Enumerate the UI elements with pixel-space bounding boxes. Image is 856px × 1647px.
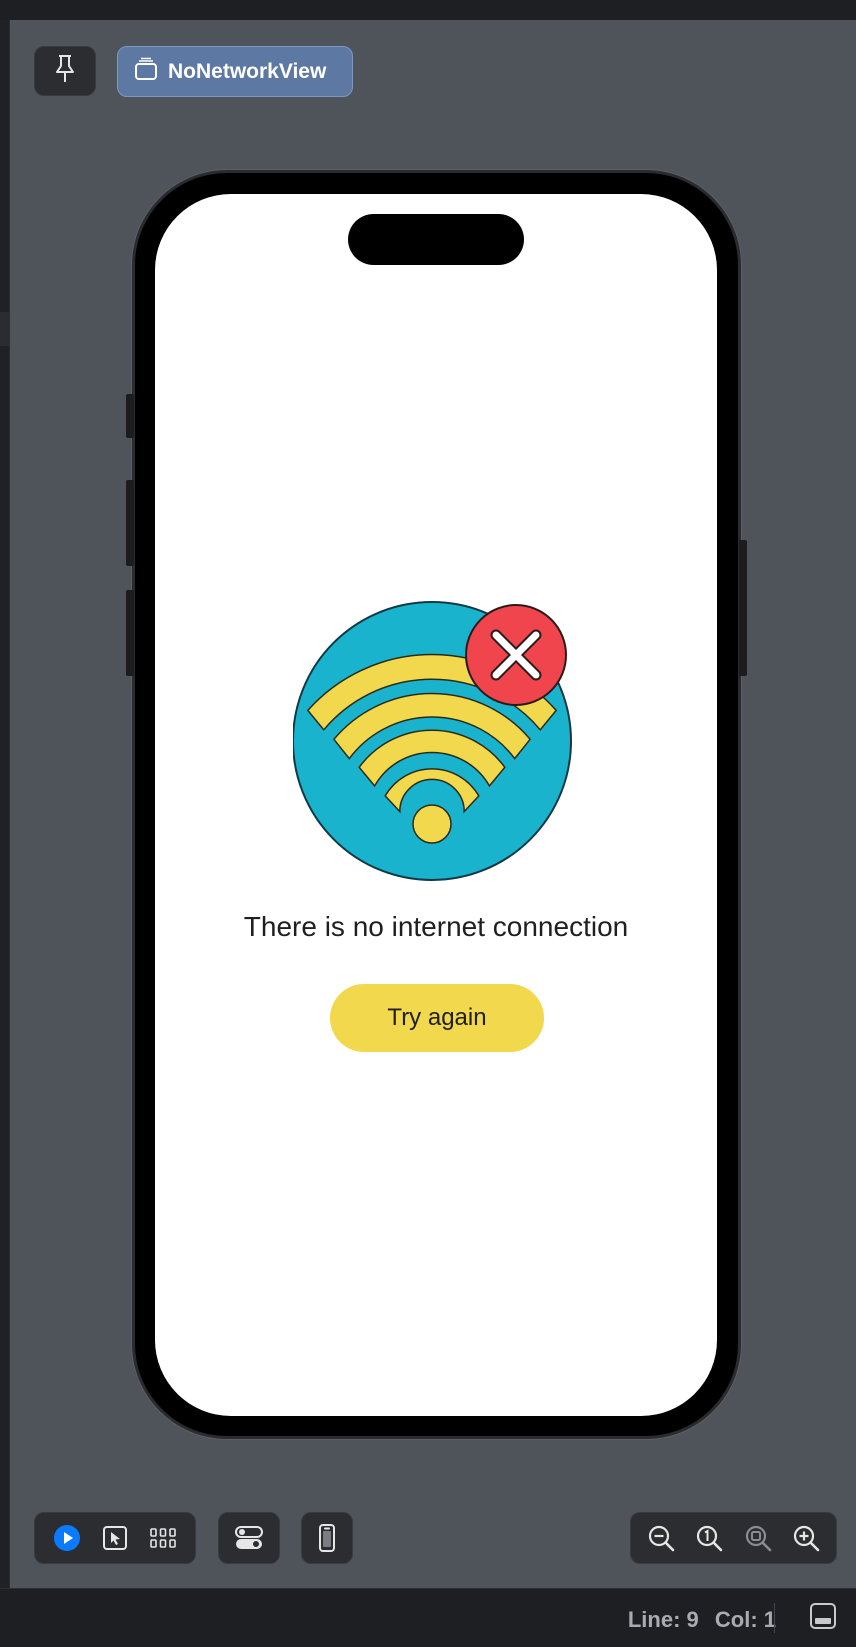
column-indicator: Col: 1 bbox=[714, 1607, 776, 1632]
device-action-button bbox=[126, 394, 134, 438]
select-icon[interactable] bbox=[98, 1521, 132, 1555]
toggles-icon bbox=[232, 1521, 266, 1555]
variants-button[interactable] bbox=[218, 1512, 280, 1564]
status-divider bbox=[774, 1603, 775, 1633]
try-again-button[interactable]: Try again bbox=[330, 984, 544, 1052]
wifi-error-icon bbox=[292, 598, 579, 886]
device-power-button bbox=[739, 540, 747, 676]
no-connection-message: There is no internet connection bbox=[243, 911, 629, 942]
zoom-in-icon[interactable] bbox=[789, 1521, 823, 1555]
device-volume-down bbox=[126, 590, 134, 676]
status-bar: Line: 9 Col: 1 bbox=[0, 1588, 856, 1647]
dynamic-island bbox=[348, 214, 524, 265]
stack-icon bbox=[134, 57, 158, 87]
device-volume-up bbox=[126, 480, 134, 566]
left-gutter bbox=[0, 20, 10, 1588]
device-icon bbox=[310, 1521, 344, 1555]
view-name-label: NoNetworkView bbox=[168, 59, 327, 83]
device-screen: There is no internet connection Try agai… bbox=[155, 194, 717, 1416]
pin-icon bbox=[53, 54, 77, 89]
zoom-fit-icon[interactable] bbox=[741, 1521, 775, 1555]
line-indicator: Line: 9 bbox=[627, 1607, 699, 1632]
zoom-actual-icon[interactable] bbox=[692, 1521, 726, 1555]
preview-mode-group bbox=[34, 1512, 196, 1564]
cursor-position: Line: 9 Col: 1 bbox=[618, 1607, 776, 1633]
panel-toggle-icon[interactable] bbox=[810, 1603, 836, 1629]
device-settings-button[interactable] bbox=[301, 1512, 353, 1564]
gutter-marker bbox=[0, 312, 9, 346]
zoom-out-icon[interactable] bbox=[644, 1521, 678, 1555]
pin-preview-button[interactable] bbox=[34, 46, 96, 96]
preview-view-selector[interactable]: NoNetworkView bbox=[117, 46, 353, 97]
zoom-controls bbox=[630, 1512, 837, 1564]
grid-icon[interactable] bbox=[146, 1521, 180, 1555]
play-icon[interactable] bbox=[50, 1521, 84, 1555]
window-top-strip bbox=[0, 0, 856, 20]
